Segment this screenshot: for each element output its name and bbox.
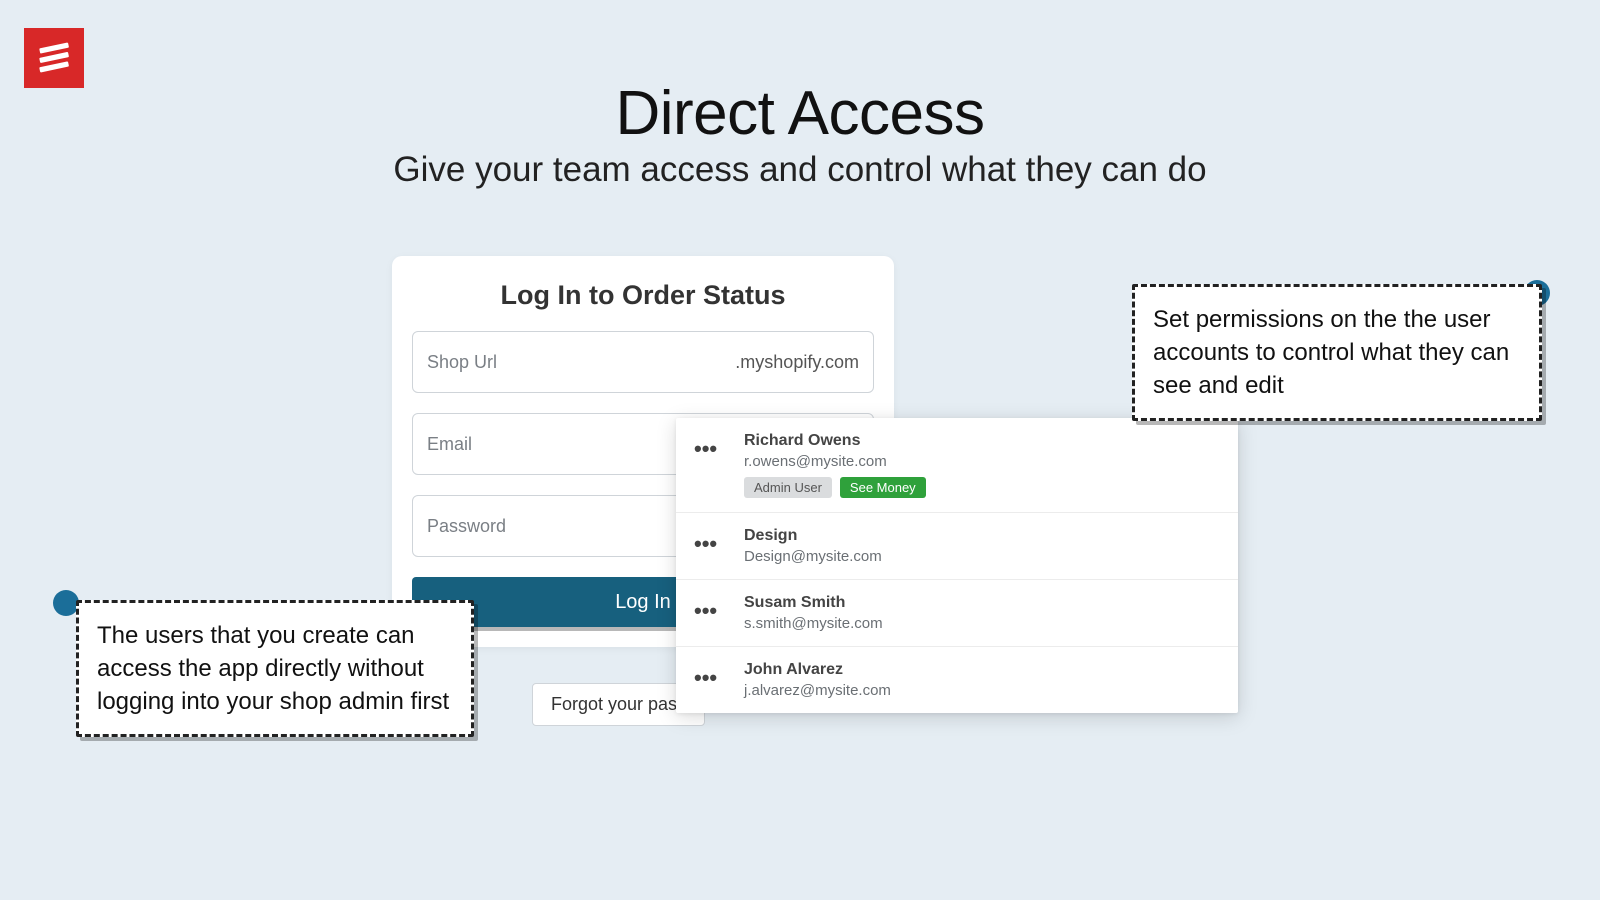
shop-url-input[interactable]: Shop Url .myshopify.com [412, 331, 874, 393]
user-row: ••• Richard Owens r.owens@mysite.com Adm… [676, 418, 1238, 513]
logo-icon [33, 37, 75, 79]
shop-url-suffix: .myshopify.com [735, 352, 859, 373]
badge-see-money: See Money [840, 477, 926, 498]
password-placeholder: Password [427, 516, 506, 537]
badge-admin-user: Admin User [744, 477, 832, 498]
user-name: Richard Owens [744, 432, 1218, 450]
user-list-panel: ••• Richard Owens r.owens@mysite.com Adm… [676, 418, 1238, 713]
user-email: s.smith@mysite.com [744, 615, 1218, 632]
user-row: ••• Susam Smith s.smith@mysite.com [676, 580, 1238, 647]
callout-permissions: Set permissions on the the user accounts… [1132, 284, 1542, 421]
callout-direct-access: The users that you create can access the… [76, 600, 474, 737]
more-icon[interactable]: ••• [694, 600, 724, 622]
user-name: Susam Smith [744, 594, 1218, 612]
login-title: Log In to Order Status [412, 280, 874, 311]
user-name: John Alvarez [744, 661, 1218, 679]
user-email: Design@mysite.com [744, 548, 1218, 565]
shop-url-placeholder: Shop Url [427, 352, 497, 373]
more-icon[interactable]: ••• [694, 667, 724, 689]
user-email: r.owens@mysite.com [744, 453, 1218, 470]
user-name: Design [744, 527, 1218, 545]
page-title: Direct Access [0, 78, 1600, 149]
email-placeholder: Email [427, 434, 472, 455]
user-row: ••• John Alvarez j.alvarez@mysite.com [676, 647, 1238, 713]
user-email: j.alvarez@mysite.com [744, 682, 1218, 699]
page-subtitle: Give your team access and control what t… [0, 150, 1600, 190]
more-icon[interactable]: ••• [694, 438, 724, 460]
more-icon[interactable]: ••• [694, 533, 724, 555]
user-row: ••• Design Design@mysite.com [676, 513, 1238, 580]
